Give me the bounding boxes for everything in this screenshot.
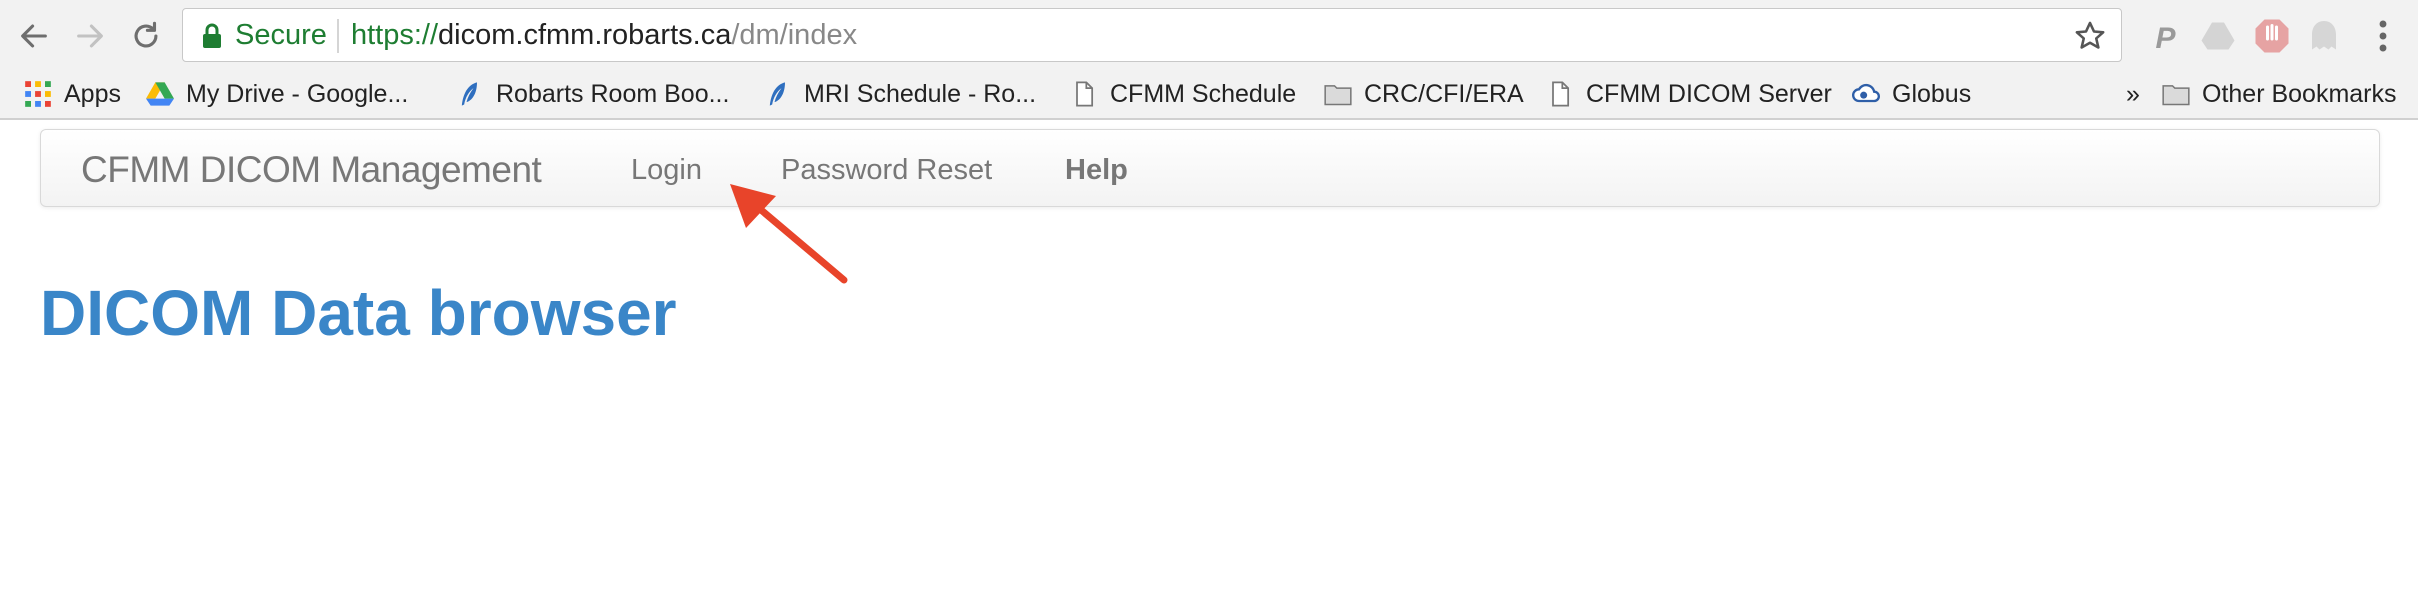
- nav-help-link[interactable]: Help: [1065, 154, 1128, 187]
- bookmark-star-icon[interactable]: [2073, 19, 2107, 53]
- bookmark-label: CFMM Schedule: [1110, 79, 1297, 108]
- ghostery-icon[interactable]: [2306, 18, 2342, 54]
- bookmark-other-bookmarks[interactable]: Other Bookmarks: [2162, 74, 2397, 114]
- forward-arrow-icon: [77, 24, 103, 48]
- adblock-icon[interactable]: [2254, 18, 2290, 54]
- url-scheme: https://: [351, 19, 439, 51]
- page-icon: [1552, 81, 1570, 107]
- folder-icon: [1324, 85, 1352, 106]
- paypal-icon[interactable]: P: [2148, 18, 2184, 54]
- reload-icon: [134, 21, 158, 48]
- url-path: /dm/index: [731, 19, 858, 51]
- bookmark-cfmm-schedule[interactable]: CFMM Schedule: [1070, 74, 1296, 114]
- apps-grid-icon: [25, 81, 51, 107]
- back-arrow-icon: [21, 24, 47, 48]
- bookmark-robarts-room[interactable]: Robarts Room Boo...: [456, 74, 729, 114]
- browser-menu-icon[interactable]: [2376, 18, 2390, 54]
- navbar-brand[interactable]: CFMM DICOM Management: [81, 149, 542, 191]
- address-bar[interactable]: Secure https://dicom.cfmm.robarts.ca/dm/…: [182, 8, 2122, 62]
- bookmark-label: Robarts Room Boo...: [496, 79, 730, 108]
- page-icon: [1076, 81, 1094, 107]
- site-navbar: CFMM DICOM Management Login Password Res…: [40, 129, 2380, 207]
- bookmark-label: MRI Schedule - Ro...: [804, 79, 1037, 108]
- bookmark-my-drive[interactable]: My Drive - Google...: [146, 74, 408, 114]
- back-button[interactable]: [12, 14, 56, 58]
- bookmark-label: CRC/CFI/ERA: [1364, 79, 1524, 108]
- bookmark-mri-schedule[interactable]: MRI Schedule - Ro...: [764, 74, 1036, 114]
- folder-icon: [2162, 85, 2190, 106]
- bookmark-label: My Drive - Google...: [186, 79, 409, 108]
- forward-button[interactable]: [68, 14, 112, 58]
- globus-icon: [1852, 83, 1880, 103]
- lock-icon: [203, 23, 221, 48]
- overflow-chevron-icon: »: [2126, 79, 2140, 108]
- bookmark-apps[interactable]: Apps: [24, 74, 121, 114]
- annotation-arrow-icon: [730, 184, 848, 284]
- bookmark-label: CFMM DICOM Server: [1586, 79, 1832, 108]
- bookmark-label: Globus: [1892, 79, 1972, 108]
- drive-icon[interactable]: [2200, 18, 2236, 54]
- nav-login-link[interactable]: Login: [631, 154, 702, 187]
- bookmark-crc-cfi-era[interactable]: CRC/CFI/ERA: [1324, 74, 1524, 114]
- google-drive-icon: [146, 82, 174, 106]
- bookmark-cfmm-dicom-server[interactable]: CFMM DICOM Server: [1546, 74, 1832, 114]
- browser-toolbar: Secure https://dicom.cfmm.robarts.ca/dm/…: [0, 0, 2418, 72]
- feather-icon: [461, 82, 477, 106]
- url-host: dicom.cfmm.robarts.ca: [438, 19, 732, 51]
- bookmark-label: Other Bookmarks: [2202, 79, 2397, 108]
- bookmarks-overflow[interactable]: »: [2126, 74, 2140, 114]
- feather-icon: [769, 82, 785, 106]
- url-text[interactable]: https://dicom.cfmm.robarts.ca/dm/index: [351, 19, 857, 52]
- bookmark-globus[interactable]: Globus: [1852, 74, 1971, 114]
- bookmarks-bar: Apps My Drive - Google... Robarts Room B…: [0, 72, 2418, 120]
- svg-text:P: P: [2156, 22, 2177, 54]
- security-label: Secure: [235, 19, 327, 51]
- bookmark-label: Apps: [64, 79, 121, 108]
- reload-button[interactable]: [124, 14, 168, 58]
- omnibox-separator: [337, 19, 339, 53]
- page-title: DICOM Data browser: [40, 277, 677, 349]
